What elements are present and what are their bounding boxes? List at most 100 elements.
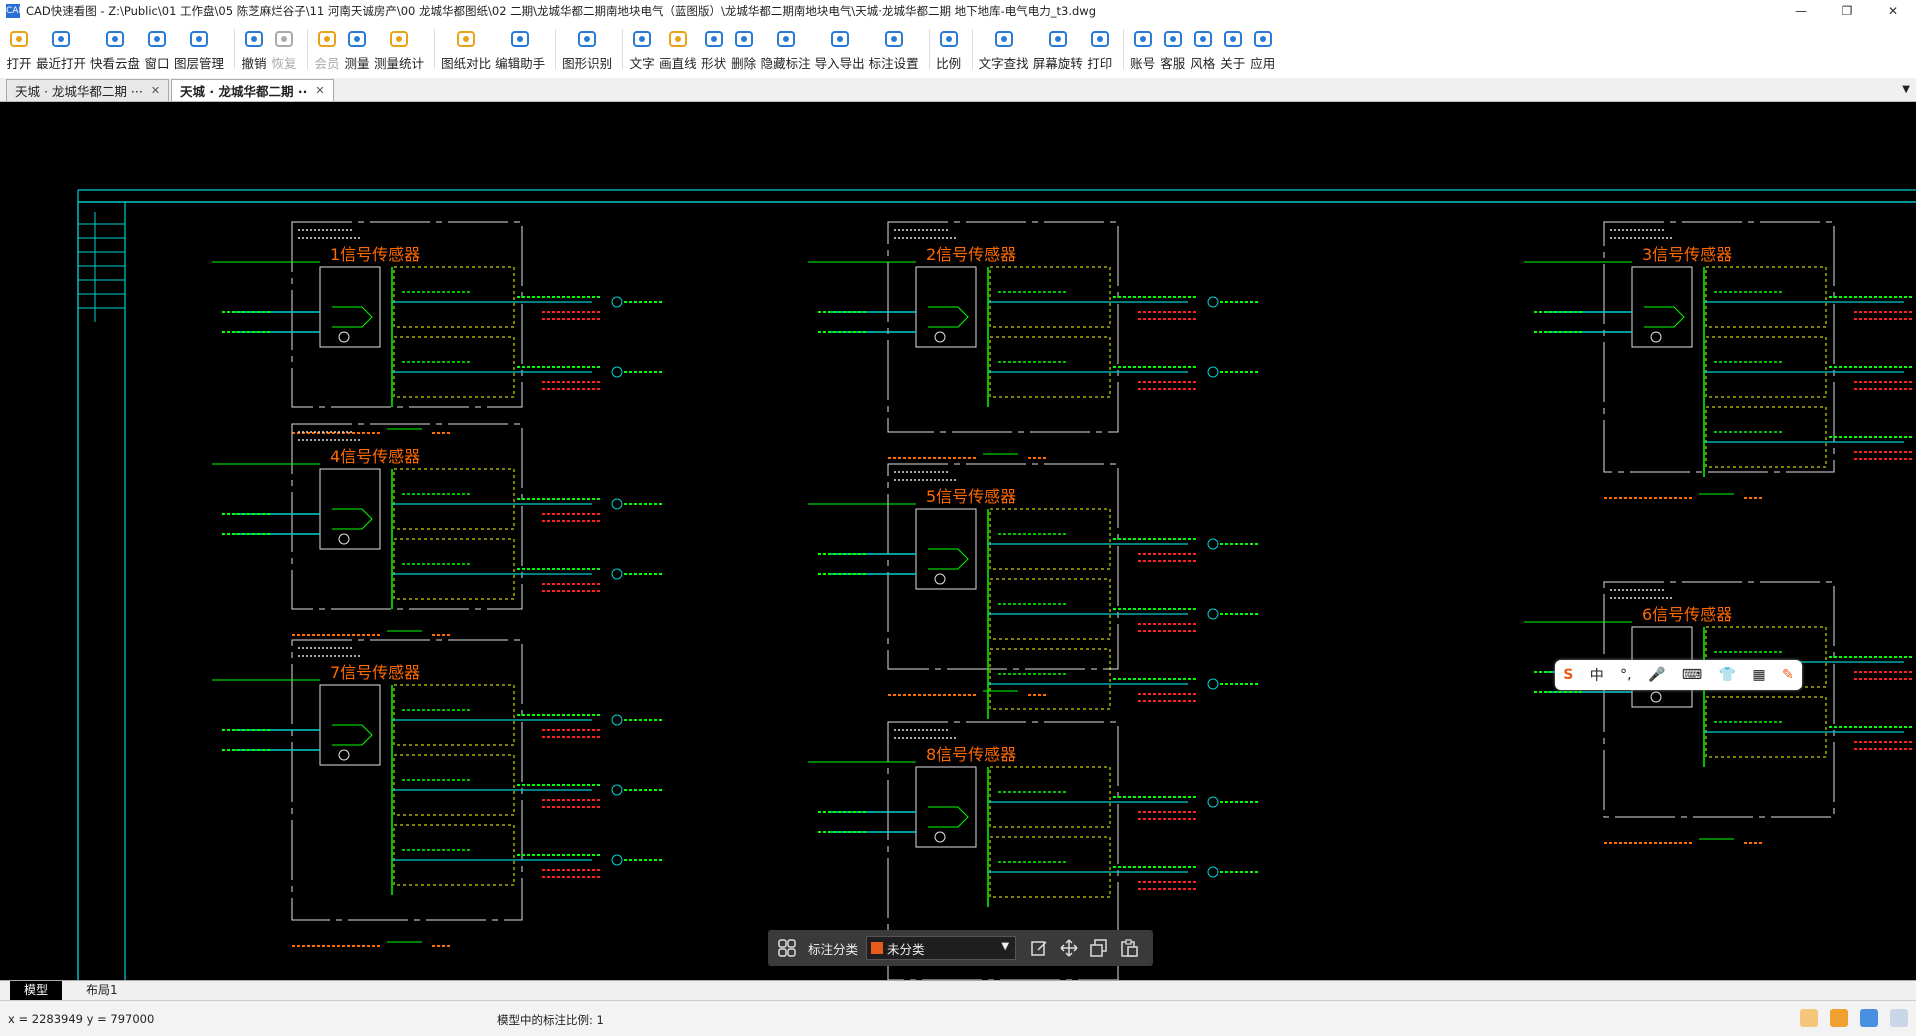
rotate-button[interactable]: 屏幕旋转 [1033,22,1083,76]
vip-button[interactable]: 会员 [314,22,340,76]
edit-annotation-icon[interactable] [1030,939,1048,957]
cad-drawing[interactable]: 1信号传感器 4信号传感器 7信号传感器 2信号传感器 5信号传感器 8信号传感器 3信号传… [0,102,1916,980]
shape-recog-icon [574,28,600,50]
open-button[interactable]: 打开 [6,22,32,76]
toolbar-label: 账号 [1130,56,1156,71]
breaker-box [393,538,515,600]
breaker-box [393,266,515,328]
breaker-box [393,468,515,530]
print-button[interactable]: 打印 [1087,22,1113,76]
toolbar-label: 撤销 [241,56,267,71]
breaker-box [1705,696,1827,758]
skin-icon[interactable]: 👕 [1719,667,1736,683]
breaker-box [393,824,515,886]
title-bar: CAD CAD快速看图 - Z:\Public\01 工作盘\05 陈芝麻烂谷子… [0,0,1916,22]
minimize-button[interactable]: — [1778,0,1824,22]
close-tab-icon[interactable]: ✕ [151,84,160,97]
tab-layout1[interactable]: 布局1 [72,981,132,1000]
device-symbol [1650,691,1662,703]
line-button[interactable]: 画直线 [659,22,697,76]
toolbar-label: 图纸对比 [441,56,492,71]
move-icon[interactable] [1060,939,1078,957]
ime-tool-icon[interactable]: ✎ [1782,667,1794,683]
cloud-button[interactable]: 快看云盘 [90,22,140,76]
breaker-box [989,578,1111,640]
apps-button[interactable]: 应用 [1250,22,1276,76]
close-tab-icon[interactable]: ✕ [315,84,324,97]
chevron-down-icon: ▼ [1001,941,1010,952]
device-symbol [338,533,350,545]
service-button[interactable]: 客服 [1160,22,1186,76]
window-controls: — ❐ ✕ [1778,0,1916,22]
measure-stats-button[interactable]: 测量统计 [374,22,424,76]
ime-punctuation-icon[interactable]: °, [1620,667,1631,683]
toolbar-label: 恢复 [271,56,297,71]
load-symbol [611,296,623,308]
layers-button[interactable]: 图层管理 [174,22,224,76]
annotation-category-select[interactable]: 未分类 ▼ [866,936,1017,960]
toolbar-label: 风格 [1190,56,1216,71]
grid-icon[interactable] [778,939,800,957]
compare-button[interactable]: 图纸对比 [441,22,491,76]
drawing-canvas[interactable]: 1信号传感器 4信号传感器 7信号传感器 2信号传感器 5信号传感器 8信号传感器 3信号传… [0,102,1916,980]
paste-icon[interactable] [1120,939,1138,957]
copy-icon[interactable] [1090,939,1108,957]
ime-language-toggle[interactable]: 中 [1590,665,1604,685]
keyboard-icon[interactable]: ⌨ [1682,667,1702,683]
window-icon [144,28,170,50]
toolbar-label: 窗口 [144,56,170,71]
device-symbol [332,306,373,328]
compare-icon [453,28,479,50]
tab-list-dropdown-icon[interactable]: ▼ [1902,84,1910,95]
text-search-button[interactable]: 文字查找 [979,22,1029,76]
breaker-box [1705,266,1827,328]
measure-button[interactable]: 测量 [344,22,370,76]
window-button[interactable]: 窗口 [144,22,170,76]
anno-settings-button[interactable]: 标注设置 [869,22,919,76]
breaker-box [989,836,1111,898]
load-symbol [1207,538,1219,550]
breaker-box [1705,336,1827,398]
layer-toggle-icon[interactable] [1860,1009,1878,1027]
import-export-button[interactable]: 导入导出 [815,22,865,76]
toolbar-label: 删除 [731,56,757,71]
snap-icon[interactable] [1800,1009,1818,1027]
category-color-swatch [871,942,884,954]
grid-toggle-icon[interactable] [1830,1009,1848,1027]
tab-model[interactable]: 模型 [10,981,63,1000]
ime-logo-icon[interactable]: S [1563,667,1573,683]
recent-button[interactable]: 最近打开 [36,22,86,76]
style-button[interactable]: 风格 [1190,22,1216,76]
load-symbol [611,498,623,510]
hide-anno-button[interactable]: 隐藏标注 [761,22,811,76]
shape-recog-button[interactable]: 图形识别 [562,22,612,76]
undo-button[interactable]: 撤销 [241,22,267,76]
delete-button[interactable]: 删除 [731,22,757,76]
scale-button[interactable]: 比例 [936,22,962,76]
toolbar-label: 画直线 [659,56,697,71]
user-icon [1130,28,1156,50]
ime-apps-icon[interactable]: ▦ [1752,667,1765,683]
maximize-button[interactable]: ❐ [1824,0,1870,22]
text-button[interactable]: 文字 [629,22,655,76]
export-icon [827,28,853,50]
redo-button[interactable]: 恢复 [271,22,297,76]
edit-helper-button[interactable]: 编辑助手 [495,22,545,76]
toolbar-label: 导入导出 [814,56,865,71]
tab-label: 天城 · 龙城华都二期 ·· [180,84,308,99]
toolbar-separator [234,29,236,69]
account-button[interactable]: 账号 [1130,22,1156,76]
device-symbol [928,548,969,570]
breaker-box [989,508,1111,570]
device-symbol [332,724,373,746]
anno-settings-icon [881,28,907,50]
settings-icon[interactable] [1890,1009,1908,1027]
tab-document-2[interactable]: 天城 · 龙城华都二期 ·· ✕ [171,79,334,101]
about-button[interactable]: 关于 [1220,22,1246,76]
toolbar-label: 图形识别 [562,56,613,71]
close-window-button[interactable]: ✕ [1870,0,1916,22]
shape-button[interactable]: 形状 [701,22,727,76]
microphone-icon[interactable]: 🎤 [1648,667,1665,683]
tab-document-1[interactable]: 天城 · 龙城华都二期 ··· ✕ [6,79,170,101]
eraser-icon [731,28,757,50]
